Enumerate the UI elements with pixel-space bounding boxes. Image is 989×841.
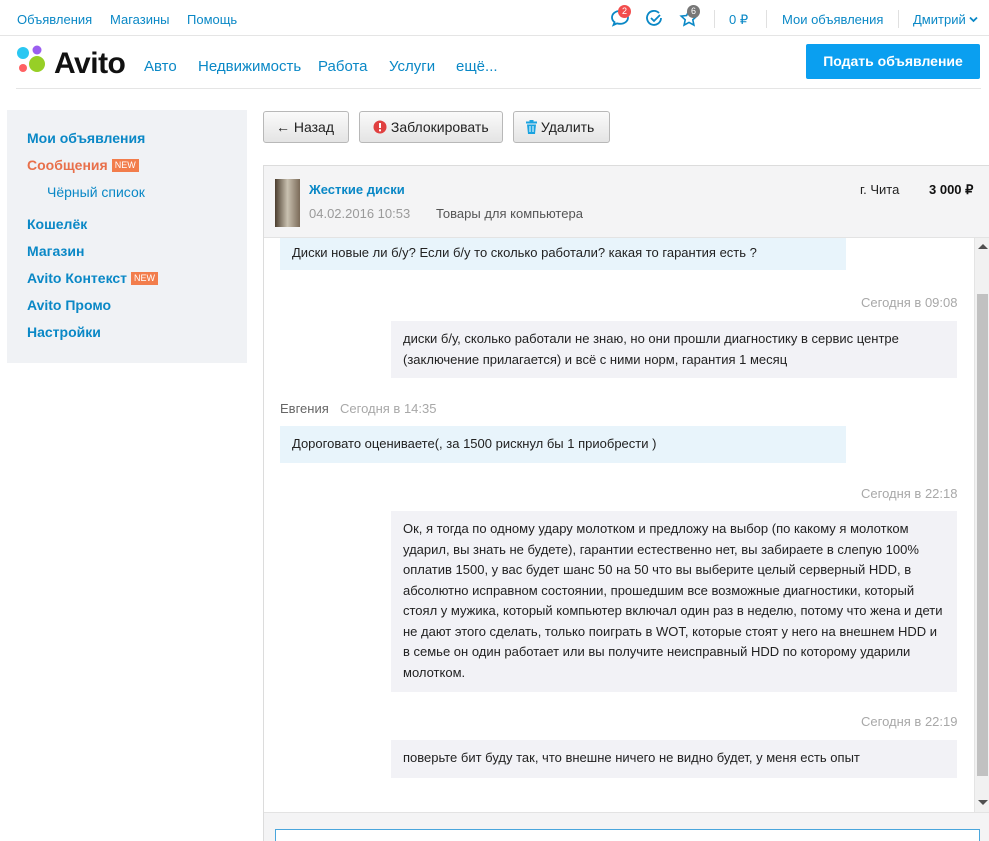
item-price: 3 000 ₽ [929,182,974,197]
messages-button[interactable]: 2 [610,5,632,29]
user-name: Дмитрий [913,12,966,27]
message-time: Сегодня в 22:19 [861,714,958,729]
item-date: 04.02.2016 10:53 [309,206,411,221]
sidebar-item-wallet[interactable]: Кошелёк [27,216,87,232]
divider [898,10,899,28]
sidebar-item-messages[interactable]: Сообщения NEW [27,157,139,173]
sidebar-item-my-ads[interactable]: Мои объявления [27,130,145,146]
messages-count-badge: 2 [618,5,631,18]
message-bubble-incoming: Диски новые ли б/у? Если б/у то сколько … [280,238,846,270]
block-label: Заблокировать [390,119,489,135]
sidebar-item-shop[interactable]: Магазин [27,243,84,259]
trash-icon [526,120,537,134]
divider [766,10,767,28]
divider [714,10,715,28]
message-list: Диски новые ли б/у? Если б/у то сколько … [264,238,974,812]
nav-services[interactable]: Услуги [389,58,435,75]
item-title[interactable]: Жесткие диски [309,182,405,197]
scroll-down-icon[interactable] [978,800,988,805]
nav-auto[interactable]: Авто [144,58,177,75]
message-bubble-outgoing: диски б/у, сколько работали не знаю, но … [391,321,957,378]
new-badge: NEW [131,272,159,285]
nav-jobs[interactable]: Работа [318,58,368,75]
favorites-count-badge: 6 [687,5,700,18]
wallet-balance[interactable]: 0 ₽ [729,12,748,28]
nav-realty[interactable]: Недвижимость [198,58,301,75]
sidebar: Мои объявления Сообщения NEW Чёрный списо… [7,110,247,363]
sidebar-item-blacklist[interactable]: Чёрный список [47,184,145,200]
top-link-ads[interactable]: Объявления [17,12,92,27]
chevron-down-icon [969,16,978,23]
nav-more[interactable]: ещё... [456,58,498,75]
notifications-button[interactable] [645,9,667,29]
message-bubble-outgoing: Ок, я тогда по одному удару молотком и п… [391,511,957,692]
refresh-check-icon [646,10,662,26]
sidebar-item-label: Avito Контекст [27,270,128,286]
scroll-up-icon[interactable] [978,244,988,249]
message-time: Сегодня в 09:08 [861,295,958,310]
message-sender: Евгения [280,401,329,416]
message-bubble-incoming: Дороговато оцениваете(, за 1500 рискнул … [280,426,846,463]
message-time: Сегодня в 22:18 [861,486,958,501]
block-icon [373,120,387,134]
message-input[interactable] [275,829,980,841]
back-button[interactable]: ← Назад [263,111,349,143]
message-scrollbar[interactable] [974,238,989,812]
sidebar-item-settings[interactable]: Настройки [27,324,101,340]
top-link-shops[interactable]: Магазины [110,12,170,27]
my-ads-link[interactable]: Мои объявления [782,12,883,27]
scrollbar-thumb[interactable] [977,294,988,776]
delete-label: Удалить [540,119,595,135]
sidebar-item-promo[interactable]: Avito Промо [27,297,111,313]
site-header: Avito Авто Недвижимость Работа Услуги ещ… [16,36,981,89]
item-header: Жесткие диски 04.02.2016 10:53 Товары дл… [264,166,989,238]
logo-text: Avito [54,47,126,80]
sidebar-item-context[interactable]: Avito Контекст NEW [27,270,159,286]
chat-panel: Жесткие диски 04.02.2016 10:53 Товары дл… [263,165,989,841]
new-badge: NEW [111,159,139,172]
item-city: г. Чита [860,182,900,197]
block-button[interactable]: Заблокировать [359,111,503,143]
post-ad-button[interactable]: Подать объявление [806,44,980,79]
message-time: Сегодня в 14:35 [340,401,437,416]
item-thumbnail[interactable] [275,179,300,227]
logo-dots-icon [17,45,45,72]
sidebar-item-label: Сообщения [27,157,108,173]
compose-area [264,812,989,841]
top-link-help[interactable]: Помощь [187,12,237,27]
favorites-button[interactable]: 6 [679,5,701,29]
item-category: Товары для компьютера [436,206,583,221]
top-bar: Объявления Магазины Помощь 2 6 0 ₽ Мои о… [0,0,989,36]
user-menu[interactable]: Дмитрий [913,12,978,27]
delete-button[interactable]: Удалить [513,111,610,143]
message-bubble-outgoing: поверьте бит буду так, что внешне ничего… [391,740,957,778]
